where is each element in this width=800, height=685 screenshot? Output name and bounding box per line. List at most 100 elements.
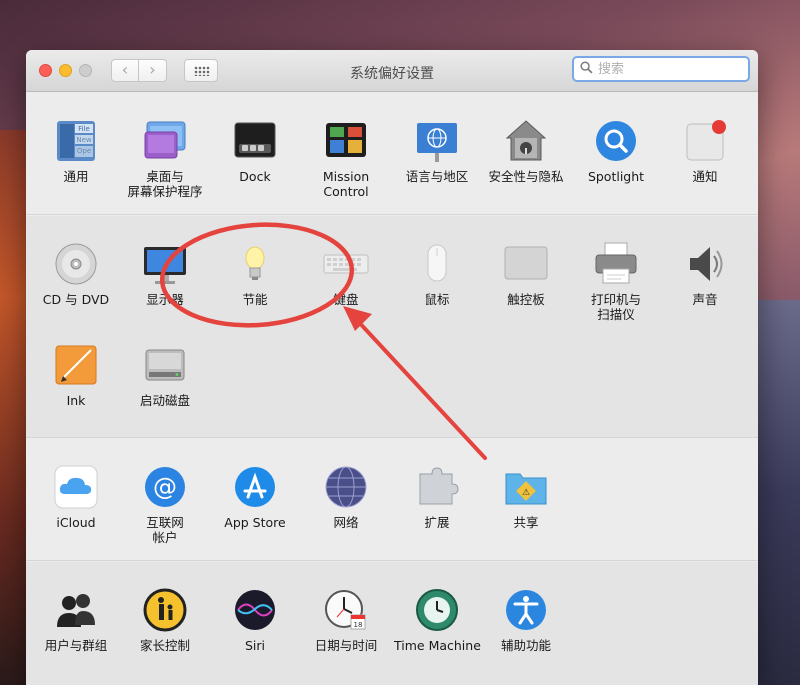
- pref-time-machine[interactable]: Time Machine: [394, 587, 481, 653]
- pref-mission-control[interactable]: Mission Control: [303, 118, 389, 199]
- pref-internet-accounts[interactable]: @ 互联网 帐户: [122, 464, 208, 545]
- pref-label: 鼠标: [424, 292, 450, 307]
- pref-label: 互联网 帐户: [146, 515, 184, 545]
- search-icon: [580, 61, 593, 74]
- icloud-icon: [53, 464, 99, 510]
- accessibility-icon: [503, 587, 549, 633]
- pref-extensions[interactable]: 扩展: [394, 464, 480, 530]
- pref-label: Ink: [66, 393, 86, 408]
- desktop-screensaver-icon: [142, 118, 188, 164]
- pref-displays[interactable]: 显示器: [122, 241, 208, 307]
- pref-label: 扩展: [424, 515, 450, 530]
- pref-label: iCloud: [56, 515, 96, 530]
- pref-desktop[interactable]: 桌面与 屏幕保护程序: [122, 118, 208, 199]
- pref-label: 日期与时间: [314, 638, 378, 653]
- pref-mouse[interactable]: 鼠标: [394, 241, 480, 307]
- pref-energy-saver[interactable]: 节能: [212, 241, 298, 307]
- pref-notifications[interactable]: 通知: [662, 118, 748, 184]
- pref-label: 启动磁盘: [139, 393, 190, 408]
- notifications-icon: [682, 118, 728, 164]
- pref-label: 语言与地区: [405, 169, 469, 184]
- title-bar: ‹ › 系统偏好设置: [26, 50, 758, 92]
- pref-icloud[interactable]: iCloud: [33, 464, 119, 530]
- general-icon: File New Ope: [53, 118, 99, 164]
- pref-label: Mission Control: [322, 169, 370, 199]
- pref-label: Spotlight: [587, 169, 645, 184]
- keyboard-icon: [323, 241, 369, 287]
- search-field[interactable]: [572, 56, 750, 82]
- pref-label: 打印机与 扫描仪: [590, 292, 641, 322]
- cd-dvd-icon: [53, 241, 99, 287]
- displays-icon: [142, 241, 188, 287]
- pref-parental[interactable]: 家长控制: [122, 587, 208, 653]
- pref-ink[interactable]: Ink: [33, 342, 119, 408]
- siri-icon: [232, 587, 278, 633]
- system-preferences-window: ‹ › 系统偏好设置 File New Ope 通用 桌面与 屏幕保护程序 Dock: [26, 50, 758, 685]
- pref-label: 网络: [333, 515, 359, 530]
- pref-label: 通用: [63, 169, 89, 184]
- pref-label: 共享: [513, 515, 539, 530]
- ink-icon: [53, 342, 99, 388]
- pref-dock[interactable]: Dock: [212, 118, 298, 184]
- trackpad-icon: [503, 241, 549, 287]
- printer-scanner-icon: [593, 241, 639, 287]
- pref-users[interactable]: 用户与群组: [33, 587, 119, 653]
- network-icon: [323, 464, 369, 510]
- svg-text:Ope: Ope: [77, 147, 91, 155]
- internet-accounts-icon: @: [142, 464, 188, 510]
- pref-label: 键盘: [333, 292, 359, 307]
- parental-controls-icon: [142, 587, 188, 633]
- pref-network[interactable]: 网络: [303, 464, 389, 530]
- energy-saver-icon: [232, 241, 278, 287]
- dock-icon: [232, 118, 278, 164]
- pref-label: 用户与群组: [44, 638, 108, 653]
- pref-startup-disk[interactable]: 启动磁盘: [122, 342, 208, 408]
- pref-label: Dock: [239, 169, 271, 184]
- section-personal: File New Ope 通用 桌面与 屏幕保护程序 Dock Mission Co…: [26, 93, 758, 215]
- pref-label: 触控板: [507, 292, 545, 307]
- pref-label: 安全性与隐私: [488, 169, 564, 184]
- pref-cd-dvd[interactable]: CD 与 DVD: [33, 241, 119, 307]
- section-system: 用户与群组 家长控制 Siri 18 日期与时间 Time Machine 辅助…: [26, 562, 758, 685]
- pref-app-store[interactable]: App Store: [212, 464, 298, 530]
- pref-accessibility[interactable]: 辅助功能: [483, 587, 569, 653]
- pref-label: App Store: [224, 515, 286, 530]
- pref-label: 显示器: [146, 292, 184, 307]
- pref-spotlight[interactable]: Spotlight: [573, 118, 659, 184]
- section-internet: iCloud @ 互联网 帐户 App Store 网络 扩展 ⚠ 共享: [26, 439, 758, 561]
- pref-label: 辅助功能: [500, 638, 551, 653]
- pref-language[interactable]: 语言与地区: [394, 118, 480, 184]
- sharing-icon: ⚠: [503, 464, 549, 510]
- search-input[interactable]: [598, 60, 738, 78]
- svg-text:18: 18: [354, 621, 363, 629]
- pref-label: Siri: [244, 638, 266, 653]
- security-privacy-icon: [503, 118, 549, 164]
- extensions-icon: [414, 464, 460, 510]
- pref-label: 节能: [242, 292, 268, 307]
- pref-sound[interactable]: 声音: [662, 241, 748, 307]
- startup-disk-icon: [142, 342, 188, 388]
- pref-label: 家长控制: [139, 638, 190, 653]
- sound-icon: [682, 241, 728, 287]
- section-hardware: CD 与 DVD 显示器 节能 键盘 鼠标 触控板 打印机与 扫描仪 声音 In…: [26, 216, 758, 438]
- svg-text:New: New: [76, 136, 92, 144]
- pref-security[interactable]: 安全性与隐私: [483, 118, 569, 184]
- pref-label: 通知: [692, 169, 718, 184]
- pref-siri[interactable]: Siri: [212, 587, 298, 653]
- pref-label: 桌面与 屏幕保护程序: [127, 169, 203, 199]
- pref-keyboard[interactable]: 键盘: [303, 241, 389, 307]
- time-machine-icon: [414, 587, 460, 633]
- app-store-icon: [232, 464, 278, 510]
- pref-label: Time Machine: [394, 638, 481, 653]
- mission-control-icon: [323, 118, 369, 164]
- pref-printers[interactable]: 打印机与 扫描仪: [573, 241, 659, 322]
- pref-sharing[interactable]: ⚠ 共享: [483, 464, 569, 530]
- spotlight-icon: [593, 118, 639, 164]
- date-time-icon: 18: [323, 587, 369, 633]
- pref-label: 声音: [692, 292, 718, 307]
- pref-general[interactable]: File New Ope 通用: [33, 118, 119, 184]
- mouse-icon: [414, 241, 460, 287]
- pref-datetime[interactable]: 18 日期与时间: [303, 587, 389, 653]
- svg-text:File: File: [78, 125, 90, 133]
- pref-trackpad[interactable]: 触控板: [483, 241, 569, 307]
